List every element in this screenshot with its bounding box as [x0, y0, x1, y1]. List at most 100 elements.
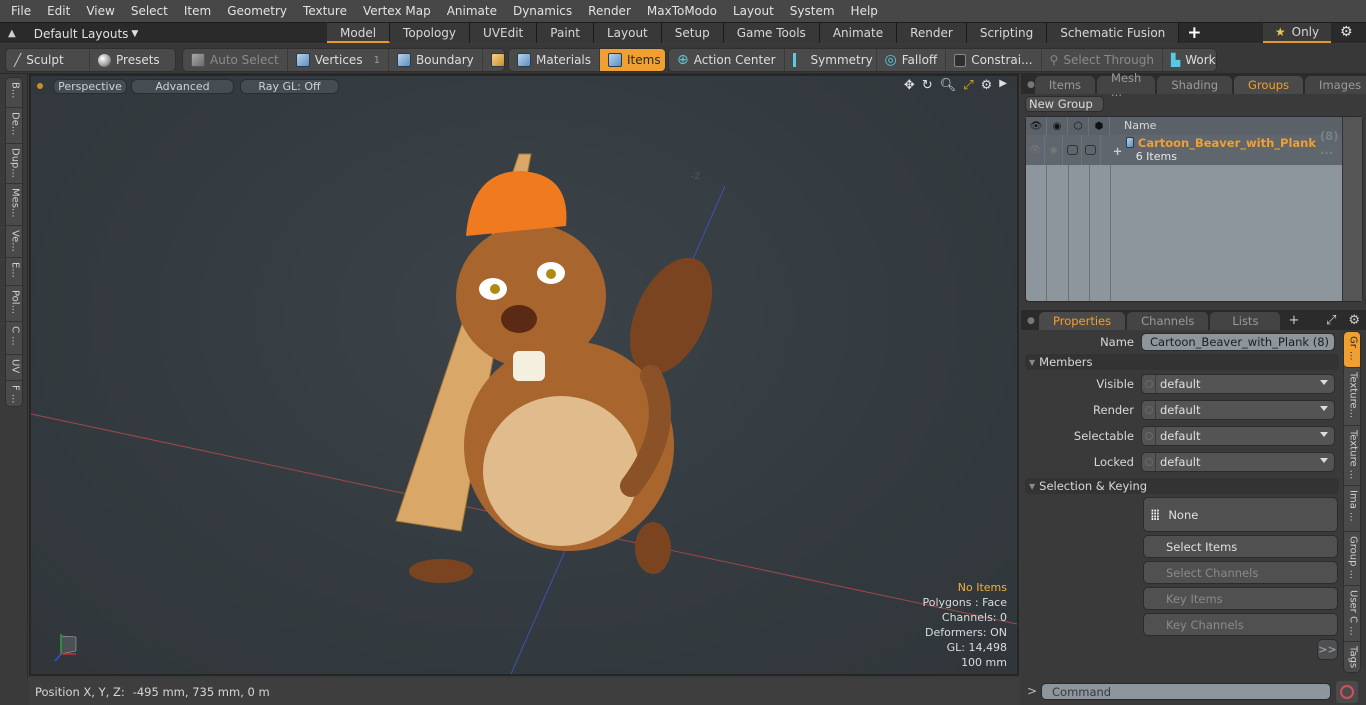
tab-topology[interactable]: Topology: [390, 23, 471, 43]
items-button[interactable]: Items 5: [600, 49, 665, 71]
selection-keying-section[interactable]: ▼ Selection & Keying: [1025, 478, 1339, 494]
menu-texture[interactable]: Texture: [295, 0, 355, 22]
visible-dropdown[interactable]: default: [1141, 374, 1335, 394]
collapse-up-icon[interactable]: ▲: [8, 28, 16, 39]
menu-system[interactable]: System: [782, 0, 843, 22]
properties-gear-icon[interactable]: ⚙: [1342, 312, 1366, 330]
left-tab-edge[interactable]: E...: [6, 258, 24, 286]
3d-viewport[interactable]: -Z Perspective Advanced Ray GL: Off ✥ ↻ …: [29, 74, 1019, 676]
tab-lists[interactable]: Lists: [1210, 312, 1281, 330]
menu-geometry[interactable]: Geometry: [219, 0, 295, 22]
maximize-properties-icon[interactable]: ⤢: [1320, 312, 1342, 330]
tab-model[interactable]: Model: [327, 23, 391, 43]
add-tab-button[interactable]: +: [1179, 23, 1209, 44]
maximize-view-icon[interactable]: ⤢: [963, 78, 973, 93]
boundary-button[interactable]: Boundary: [389, 49, 483, 71]
menu-vertex-map[interactable]: Vertex Map: [355, 0, 439, 22]
select-through-button[interactable]: ⚲ Select Through: [1042, 49, 1163, 71]
tab-mesh[interactable]: Mesh ...: [1097, 71, 1156, 99]
tab-images[interactable]: Images: [1305, 76, 1366, 94]
presets-button[interactable]: Presets: [90, 49, 168, 71]
command-input[interactable]: Command: [1041, 683, 1331, 700]
viewport-gear-icon[interactable]: ⚙: [981, 78, 993, 93]
tab-properties[interactable]: Properties: [1039, 312, 1126, 330]
viewport-options-dot[interactable]: [37, 83, 43, 89]
render-toggle-icon[interactable]: ◉: [1045, 135, 1064, 165]
left-tab-duplicate[interactable]: Dup...: [6, 144, 24, 184]
tab-channels[interactable]: Channels: [1127, 312, 1209, 330]
menu-animate[interactable]: Animate: [439, 0, 505, 22]
perspective-dropdown[interactable]: Perspective: [53, 78, 127, 94]
left-tab-deform[interactable]: De...: [6, 108, 24, 144]
select-col-icon[interactable]: ⬢: [1089, 117, 1110, 135]
tab-shading[interactable]: Shading: [1157, 76, 1233, 94]
key-channels-button[interactable]: Key Channels: [1143, 613, 1338, 636]
tab-setup[interactable]: Setup: [661, 23, 724, 43]
panel-menu-icon-2[interactable]: ●: [1021, 312, 1039, 330]
menu-item[interactable]: Item: [176, 0, 219, 22]
tab-groups[interactable]: Groups: [1234, 76, 1304, 94]
menu-file[interactable]: File: [3, 0, 39, 22]
new-group-button[interactable]: New Group: [1025, 96, 1104, 112]
menu-view[interactable]: View: [78, 0, 122, 22]
menu-dynamics[interactable]: Dynamics: [505, 0, 580, 22]
none-button[interactable]: ⁞⁞⁞ None: [1143, 497, 1338, 532]
tab-render[interactable]: Render: [897, 23, 967, 43]
select-items-button[interactable]: Select Items: [1143, 535, 1338, 558]
side-tab-texture-2[interactable]: Texture ...: [1344, 426, 1360, 486]
left-tab-uv[interactable]: UV: [6, 355, 24, 381]
left-tab-polygon[interactable]: Pol...: [6, 286, 24, 322]
tab-paint[interactable]: Paint: [537, 23, 594, 43]
auto-select-button[interactable]: Auto Select: [183, 49, 288, 71]
materials-button[interactable]: Materials: [509, 49, 601, 71]
tab-animate[interactable]: Animate: [819, 23, 898, 43]
key-items-button[interactable]: Key Items: [1143, 587, 1338, 610]
menu-edit[interactable]: Edit: [39, 0, 78, 22]
tab-layout[interactable]: Layout: [593, 23, 662, 43]
selectable-dropdown[interactable]: default: [1141, 426, 1335, 446]
add-properties-tab-icon[interactable]: +: [1282, 312, 1305, 330]
side-tab-texture-1[interactable]: Texture...: [1344, 368, 1360, 426]
select-toggle[interactable]: [1082, 135, 1101, 165]
rotate-view-icon[interactable]: ↻: [922, 78, 933, 93]
tab-game-tools[interactable]: Game Tools: [723, 23, 820, 43]
select-channels-button[interactable]: Select Channels: [1143, 561, 1338, 584]
tab-scripting[interactable]: Scripting: [966, 23, 1048, 43]
menu-layout[interactable]: Layout: [725, 0, 782, 22]
group-row[interactable]: 👁︎ ◉ + Cartoon_Beaver_with_Plank (8) ...…: [1026, 129, 1342, 165]
left-tab-curve[interactable]: C ...: [6, 322, 24, 355]
shading-dropdown[interactable]: Advanced: [131, 78, 234, 94]
side-tab-image[interactable]: Ima ...: [1344, 486, 1360, 532]
side-tab-user-channels[interactable]: User C ...: [1344, 586, 1360, 642]
side-tab-group-2[interactable]: Group ...: [1344, 532, 1360, 586]
groups-scrollbar[interactable]: [1342, 117, 1362, 301]
tab-uvedit[interactable]: UVEdit: [470, 23, 538, 43]
move-view-icon[interactable]: ✥: [904, 78, 915, 93]
panel-menu-icon[interactable]: ●: [1021, 76, 1035, 94]
lock-toggle[interactable]: [1063, 135, 1083, 165]
left-tab-vertex[interactable]: Ve...: [6, 226, 24, 258]
menu-render[interactable]: Render: [580, 0, 639, 22]
locked-dropdown[interactable]: default: [1141, 452, 1335, 472]
viewport-expand-icon[interactable]: ▶: [999, 78, 1007, 93]
gear-icon[interactable]: ⚙: [1340, 24, 1353, 40]
visibility-col-icon[interactable]: 👁︎: [1026, 117, 1047, 135]
menu-help[interactable]: Help: [843, 0, 886, 22]
left-tab-basic[interactable]: B...: [6, 78, 24, 108]
action-center-button[interactable]: ⊕ Action Center: [669, 49, 785, 71]
left-tab-fusion[interactable]: F ...: [6, 381, 24, 408]
layouts-dropdown[interactable]: ▲ Default Layouts ▼: [8, 23, 138, 44]
zoom-view-icon[interactable]: 🔍︎: [940, 78, 957, 93]
tab-schematic-fusion[interactable]: Schematic Fusion: [1047, 23, 1180, 43]
falloff-button[interactable]: ◎ Falloff: [877, 49, 947, 71]
polygons-button[interactable]: Polygons: [483, 49, 504, 71]
render-dropdown[interactable]: default: [1141, 400, 1335, 420]
lock-col-icon[interactable]: ⬡: [1068, 117, 1089, 135]
constraints-button[interactable]: Constrai...: [946, 49, 1042, 71]
side-tab-group[interactable]: Gr ...: [1344, 332, 1360, 368]
side-tab-tags[interactable]: Tags: [1344, 642, 1360, 672]
workplane-button[interactable]: ▙ WorkPlane: [1163, 49, 1216, 71]
symmetry-button[interactable]: Symmetry: [785, 49, 877, 71]
sculpt-button[interactable]: ╱ Sculpt: [6, 49, 90, 71]
name-field[interactable]: Cartoon_Beaver_with_Plank (8): [1141, 333, 1335, 351]
